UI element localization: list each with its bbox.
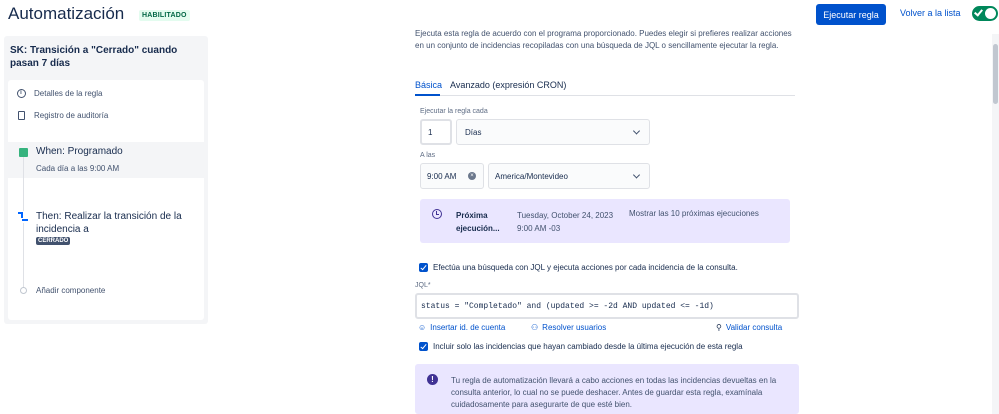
validate-query-link[interactable]: ⚲ Validar consulta xyxy=(716,323,782,332)
trigger-description: Ejecuta esta regla de acuerdo con el pro… xyxy=(415,29,792,50)
info-icon: i xyxy=(16,88,26,98)
chevron-down-icon xyxy=(632,127,641,135)
at-time-label: A las xyxy=(420,152,436,159)
clear-icon[interactable]: × xyxy=(468,172,476,180)
warning-panel: ! Tu regla de automatización llevará a c… xyxy=(415,364,799,414)
rule-sidebar: SK: Transición a "Cerrado" cuando pasan … xyxy=(4,36,208,324)
document-icon xyxy=(16,110,26,120)
jql-search-checkbox[interactable] xyxy=(419,263,428,272)
run-rule-button[interactable]: Ejecutar regla xyxy=(816,4,886,25)
run-every-unit-select[interactable]: Días xyxy=(456,119,650,145)
show-next-runs-link[interactable]: Mostrar las 10 próximas ejecuciones xyxy=(629,209,759,218)
user-icon: ☺ xyxy=(418,323,427,332)
clock-icon xyxy=(432,209,442,219)
resolve-users-link[interactable]: ⚇ Resolver usuarios xyxy=(531,323,606,332)
jql-search-checkbox-label: Efectúa una búsqueda con JQL y ejecuta a… xyxy=(433,263,738,272)
sidebar-item-label: Detalles de la regla xyxy=(34,88,103,98)
link-label: Insertar id. de cuenta xyxy=(430,323,506,332)
back-to-list-link[interactable]: Volver a la lista xyxy=(900,8,961,18)
select-value: Días xyxy=(465,127,482,137)
next-run-date: Tuesday, October 24, 2023 9:00 AM -03 xyxy=(517,209,613,235)
jql-label: JQL* xyxy=(415,282,431,289)
toggle-knob xyxy=(985,8,996,19)
link-label: Validar consulta xyxy=(725,323,783,332)
page-title: Automatización xyxy=(8,4,125,23)
link-label: Resolver usuarios xyxy=(542,323,607,332)
tab-advanced-cron[interactable]: Avanzado (expresión CRON) xyxy=(450,80,566,90)
run-every-label: Ejecutar la regla cada xyxy=(420,108,488,115)
search-icon: ⚲ xyxy=(716,323,722,332)
rule-enabled-toggle[interactable] xyxy=(972,6,998,21)
warning-text: Tu regla de automatización llevará a cab… xyxy=(451,376,777,409)
add-component-dot xyxy=(20,287,27,294)
trigger-subtitle: Cada día a las 9:00 AM xyxy=(36,164,120,173)
add-component-button[interactable]: Añadir componente xyxy=(36,286,105,295)
insert-account-id-link[interactable]: ☺ Insertar id. de cuenta xyxy=(418,323,505,332)
time-value: 9:00 AM xyxy=(427,171,457,181)
next-run-label: Próxima ejecución... xyxy=(456,211,500,233)
timezone-select[interactable]: America/Montevideo xyxy=(488,163,650,189)
next-run-time-line: 9:00 AM -03 xyxy=(517,224,561,233)
rule-components-card: i Detalles de la regla Registro de audit… xyxy=(8,80,204,320)
transition-icon xyxy=(17,211,29,223)
next-run-panel: Próxima ejecución... Tuesday, October 24… xyxy=(420,199,790,243)
run-every-input[interactable]: 1 xyxy=(420,119,452,145)
select-value: America/Montevideo xyxy=(495,171,568,181)
jql-input[interactable]: status = "Completado" and (updated >= -2… xyxy=(415,293,799,319)
scrollbar-thumb[interactable] xyxy=(993,44,998,104)
only-changed-checkbox-label: Incluir solo las incidencias que hayan c… xyxy=(433,342,743,351)
calendar-icon xyxy=(19,148,28,157)
sidebar-item-audit-log[interactable]: Registro de auditoría xyxy=(16,110,108,120)
action-step-title[interactable]: Then: Realizar la transición de la incid… xyxy=(36,210,186,236)
check-icon xyxy=(974,7,983,17)
only-changed-checkbox[interactable] xyxy=(419,342,428,351)
tab-basic[interactable]: Básica xyxy=(415,80,442,90)
next-run-date-line: Tuesday, October 24, 2023 xyxy=(517,211,614,220)
schedule-tabs: Básica Avanzado (expresión CRON) xyxy=(415,80,795,96)
warning-icon: ! xyxy=(427,374,438,385)
rule-name: SK: Transición a "Cerrado" cuando pasan … xyxy=(10,45,178,69)
sidebar-item-label: Registro de auditoría xyxy=(34,110,109,120)
sidebar-item-rule-details[interactable]: i Detalles de la regla xyxy=(16,88,102,98)
trigger-title: When: Programado xyxy=(36,146,123,157)
status-badge: HABILITADO xyxy=(139,10,190,21)
time-input[interactable]: 9:00 AM × xyxy=(420,163,484,189)
chevron-down-icon xyxy=(632,171,641,179)
active-tab-indicator xyxy=(415,94,440,96)
users-icon: ⚇ xyxy=(531,323,539,332)
status-lozenge: CERRADO xyxy=(36,237,71,245)
